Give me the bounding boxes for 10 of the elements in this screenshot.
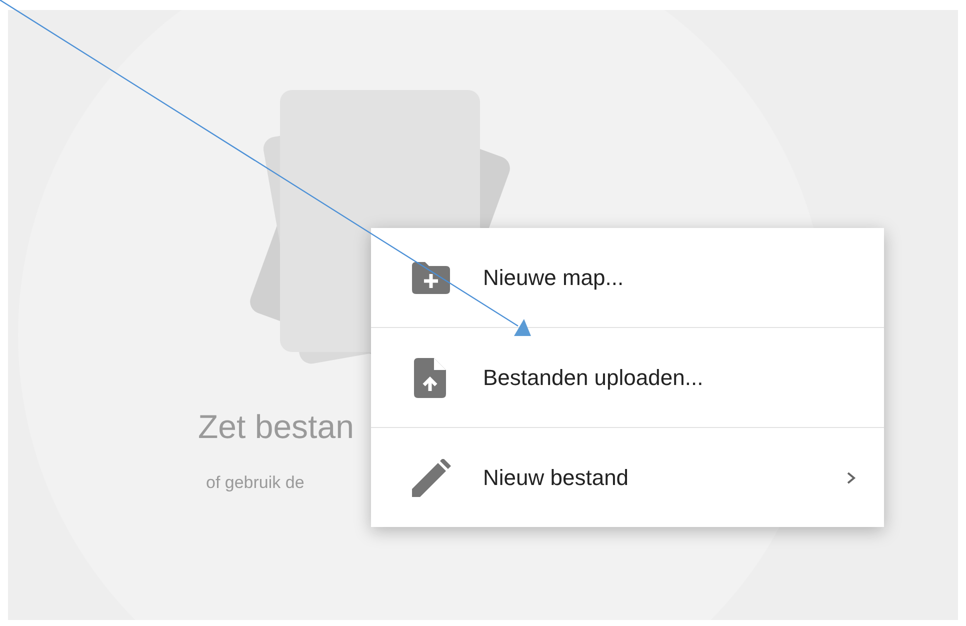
drop-zone-subtitle: of gebruik de [206,473,304,493]
menu-item-label: Nieuw bestand [483,464,630,490]
menu-item[interactable]: Nieuw bestand [371,428,884,527]
drop-zone-title: Zet bestan [198,408,354,446]
menu-item-label: Bestanden uploaden... [483,364,704,390]
folder-add-icon [409,262,451,294]
menu-item[interactable]: Nieuwe map... [371,228,884,327]
pencil-icon [409,458,451,496]
menu-item-label: Nieuwe map... [483,264,625,290]
menu-item[interactable]: Bestanden uploaden... [371,328,884,427]
